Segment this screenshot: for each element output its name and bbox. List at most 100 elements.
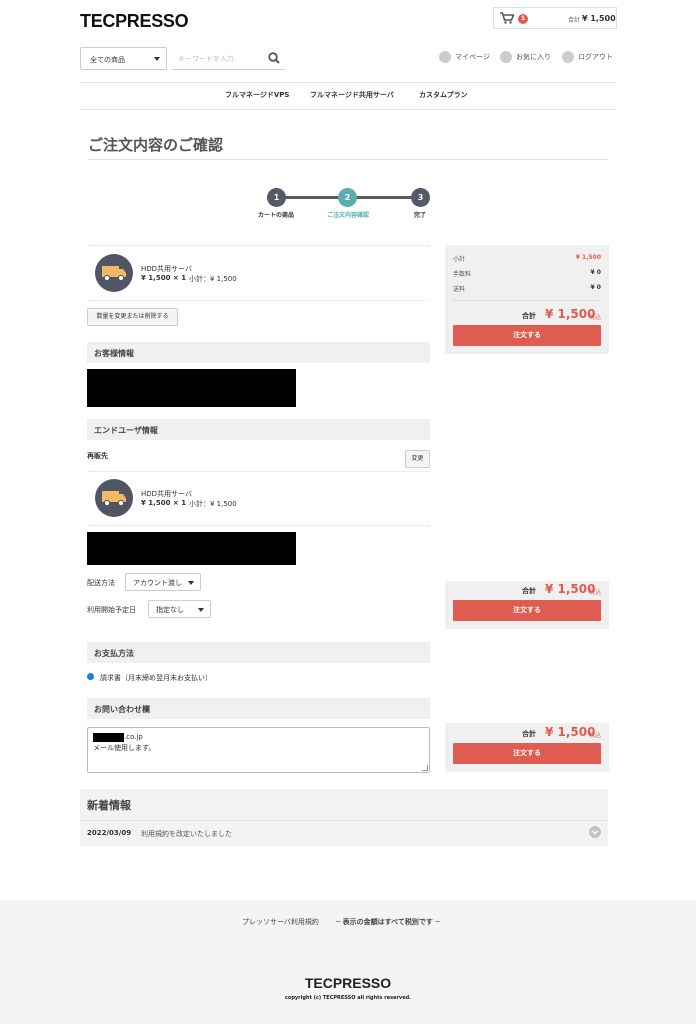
tax-note: ─ 表示の金額はすべて税別です ─ bbox=[336, 918, 440, 926]
item-qty-price: ¥ 1,500 × 1 bbox=[141, 499, 187, 507]
summary-total-label: 合計 bbox=[522, 730, 536, 738]
divider bbox=[88, 245, 430, 246]
item-subtotal: 小計：¥ 1,500 bbox=[189, 500, 237, 508]
heart-icon bbox=[500, 51, 512, 63]
logout-link[interactable]: ログアウト bbox=[578, 52, 613, 62]
nav-custom-plan[interactable]: カスタムプラン bbox=[419, 90, 468, 100]
news-item-text[interactable]: 利用規約を改定いたしました bbox=[141, 829, 232, 839]
nav-vps[interactable]: フルマネージドVPS bbox=[225, 90, 289, 100]
change-quantity-button[interactable]: 数量を変更または削除する bbox=[87, 308, 178, 326]
news-section: 新着情報 2022/03/09 利用規約を改定いたしました bbox=[80, 789, 608, 846]
lock-icon bbox=[562, 51, 574, 63]
search-icon[interactable] bbox=[268, 52, 280, 64]
summary-subtotal-value: ¥ 1,500 bbox=[575, 254, 601, 261]
cart-total-label: 合計 bbox=[568, 17, 581, 24]
truck-icon bbox=[102, 491, 126, 507]
summary-total-value: ¥ 1,500 bbox=[545, 725, 596, 739]
summary-total-label: 合計 bbox=[522, 312, 536, 320]
order-button[interactable]: 注文する bbox=[453, 743, 601, 764]
chevron-down-icon bbox=[198, 608, 204, 612]
inquiry-textarea[interactable]: .co.jp メール使用します。 bbox=[87, 727, 430, 773]
summary-shipping-value: ¥ 0 bbox=[590, 284, 601, 291]
step-2: 2 bbox=[338, 188, 357, 207]
start-date-select-value: 指定なし bbox=[156, 606, 184, 614]
summary-fee-value: ¥ 0 bbox=[590, 269, 601, 276]
step-2-label: ご注文内容確認 bbox=[326, 212, 369, 219]
category-select-value: 全ての商品 bbox=[90, 56, 125, 64]
order-summary-bottom: 合計 ¥ 1,500 税込 注文する bbox=[445, 723, 609, 772]
summary-shipping-row: 送料 ¥ 0 bbox=[453, 284, 601, 293]
summary-subtotal-label: 小計 bbox=[453, 256, 466, 263]
delivery-label: 配送方法 bbox=[87, 579, 115, 587]
summary-fee-label: 手数料 bbox=[453, 271, 472, 278]
resize-handle-icon[interactable] bbox=[422, 765, 428, 771]
order-button[interactable]: 注文する bbox=[453, 600, 601, 621]
change-button[interactable]: 変更 bbox=[405, 450, 430, 468]
chevron-down-icon[interactable] bbox=[589, 826, 601, 838]
product-thumbnail bbox=[95, 254, 133, 292]
step-1: 1 bbox=[267, 188, 286, 207]
terms-link[interactable]: プレッソサーバ利用規約 bbox=[242, 917, 319, 927]
page-title: ご注文内容のご確認 bbox=[88, 136, 224, 154]
summary-subtotal-row: 小計 ¥ 1,500 bbox=[453, 254, 601, 263]
step-3-label: 完了 bbox=[413, 212, 426, 219]
divider bbox=[88, 300, 430, 301]
summary-total-value: ¥ 1,500 bbox=[545, 582, 596, 596]
order-button[interactable]: 注文する bbox=[453, 325, 601, 346]
order-summary-mid: 合計 ¥ 1,500 税込 注文する bbox=[445, 581, 609, 629]
copyright: copyright (c) TECPRESSO all rights reser… bbox=[284, 995, 412, 1001]
nav-divider bbox=[80, 109, 616, 110]
resale-label: 再販先 bbox=[87, 452, 108, 460]
start-date-select[interactable]: 指定なし bbox=[148, 600, 211, 618]
customer-section-header: お客様情報 bbox=[87, 342, 430, 363]
item-name: HDD共用サーバ bbox=[141, 490, 192, 498]
step-1-label: カートの商品 bbox=[257, 212, 294, 219]
cart-icon bbox=[500, 12, 514, 24]
item-subtotal: 小計：¥ 1,500 bbox=[189, 275, 237, 283]
cart-count-badge: 1 bbox=[518, 14, 528, 24]
truck-icon bbox=[102, 266, 126, 282]
inquiry-text-line2: メール使用します。 bbox=[93, 744, 156, 752]
header-divider bbox=[80, 82, 616, 83]
summary-shipping-label: 送料 bbox=[453, 286, 466, 293]
footer-logo: TECPRESSO bbox=[304, 975, 392, 991]
site-logo[interactable]: TECPRESSO bbox=[80, 11, 189, 32]
inquiry-section-header: お問い合わせ欄 bbox=[87, 698, 430, 719]
divider bbox=[88, 471, 430, 472]
payment-invoice-label: 請求書（月末締め翌月末お支払い） bbox=[100, 674, 212, 682]
summary-tax-label: 税込 bbox=[589, 314, 602, 321]
favorites-link[interactable]: お気に入り bbox=[516, 52, 551, 62]
news-title: 新着情報 bbox=[87, 799, 131, 812]
user-icon bbox=[439, 51, 451, 63]
delivery-select[interactable]: アカウント渡し bbox=[125, 573, 201, 591]
order-summary: 小計 ¥ 1,500 手数料 ¥ 0 送料 ¥ 0 合計 ¥ 1,500 税込 … bbox=[445, 245, 609, 354]
news-date: 2022/03/09 bbox=[87, 829, 132, 837]
item-name: HDD共用サーバ bbox=[141, 265, 192, 273]
redacted-block bbox=[87, 369, 296, 407]
summary-tax-label: 税込 bbox=[589, 732, 602, 739]
summary-total-label: 合計 bbox=[522, 587, 536, 595]
footer: プレッソサーバ利用規約 ─ 表示の金額はすべて税別です ─ TECPRESSO … bbox=[0, 900, 696, 1024]
nav-shared-server[interactable]: フルマネージド共用サーバ bbox=[310, 90, 394, 100]
product-thumbnail bbox=[95, 479, 133, 517]
divider bbox=[88, 525, 430, 526]
summary-tax-label: 税込 bbox=[589, 589, 602, 596]
mypage-link[interactable]: マイページ bbox=[455, 52, 490, 62]
start-date-label: 利用開始予定日 bbox=[87, 606, 136, 614]
redacted-block bbox=[93, 733, 124, 742]
inquiry-text-line1: .co.jp bbox=[124, 733, 143, 741]
category-select[interactable]: 全ての商品 bbox=[80, 47, 167, 70]
cart-total-value: ¥ 1,500 bbox=[582, 14, 616, 23]
chevron-down-icon bbox=[154, 57, 160, 61]
step-3: 3 bbox=[411, 188, 430, 207]
chevron-down-icon bbox=[188, 581, 194, 585]
cart-summary[interactable]: 1 合計 ¥ 1,500 bbox=[493, 7, 617, 29]
news-divider bbox=[80, 820, 608, 821]
enduser-section-header: エンドユーザ情報 bbox=[87, 419, 430, 440]
summary-total-value: ¥ 1,500 bbox=[545, 307, 596, 321]
payment-section-header: お支払方法 bbox=[87, 642, 430, 663]
payment-invoice-radio[interactable] bbox=[87, 673, 94, 680]
redacted-block bbox=[87, 532, 296, 565]
step-connector bbox=[356, 196, 412, 199]
item-qty-price: ¥ 1,500 × 1 bbox=[141, 274, 187, 282]
